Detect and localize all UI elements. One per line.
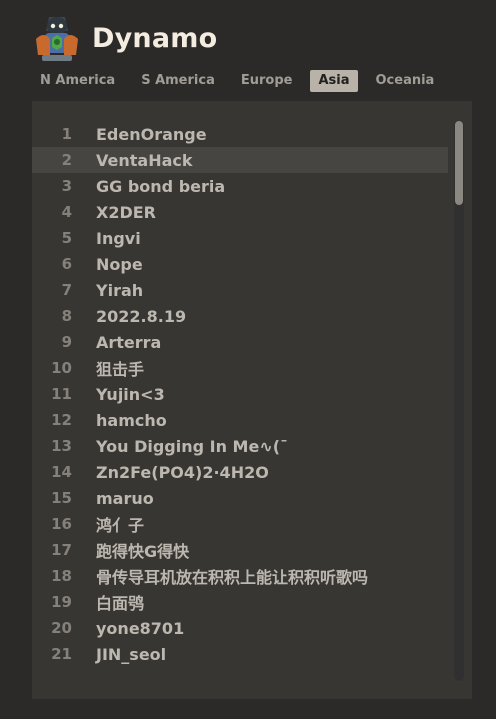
leaderboard-row[interactable]: 1 EdenOrange <box>32 121 448 147</box>
leaderboard-row[interactable]: 16 鸿亻子 <box>32 511 448 537</box>
rank-number: 16 <box>51 515 72 533</box>
scrollbar-thumb[interactable] <box>455 121 463 205</box>
tab-asia[interactable]: Asia <box>310 70 358 92</box>
player-name: 白面鸮 <box>96 594 145 613</box>
rank-number: 12 <box>51 411 72 429</box>
leaderboard-row[interactable]: 3 GG bond beria <box>32 173 448 199</box>
rank-number: 21 <box>51 645 72 663</box>
leaderboard-list: 1 EdenOrange 2 VentaHack 3 GG bond beria… <box>32 121 448 667</box>
player-name: Zn2Fe(PO4)2·4H2O <box>96 462 269 482</box>
leaderboard-row[interactable]: 17 跑得快G得快 <box>32 537 448 563</box>
player-name: 狙击手 <box>96 360 145 379</box>
leaderboard-row[interactable]: 15 maruo <box>32 485 448 511</box>
rank-number: 17 <box>51 541 72 559</box>
rank-number: 2 <box>61 151 72 169</box>
rank-number: 19 <box>51 593 72 611</box>
rank-number: 18 <box>51 567 72 585</box>
player-name: Arterra <box>96 332 162 352</box>
player-name: Yirah <box>96 280 144 300</box>
leaderboard-row[interactable]: 8 2022.8.19 <box>32 303 448 329</box>
player-name: JIN_seol <box>96 644 167 664</box>
tab-s-america[interactable]: S America <box>133 70 223 92</box>
player-name: VentaHack <box>96 150 193 170</box>
leaderboard-row[interactable]: 14 Zn2Fe(PO4)2·4H2O <box>32 459 448 485</box>
player-name: hamcho <box>96 410 167 430</box>
rank-number: 7 <box>61 281 72 299</box>
player-name: maruo <box>96 488 154 508</box>
hero-header: Dynamo <box>32 12 217 64</box>
rank-number: 6 <box>61 255 72 273</box>
rank-number: 4 <box>61 203 72 221</box>
player-name: 鸿亻子 <box>96 516 145 535</box>
scrollbar[interactable] <box>454 121 464 681</box>
region-tabs: N America S America Europe Asia Oceania <box>32 69 452 93</box>
tab-oceania[interactable]: Oceania <box>368 70 443 92</box>
player-name: 跑得快G得快 <box>96 542 190 561</box>
rank-number: 9 <box>61 333 72 351</box>
rank-number: 10 <box>51 359 72 377</box>
player-name: Nope <box>96 254 143 274</box>
player-name: GG bond beria <box>96 176 226 196</box>
leaderboard-row[interactable]: 11 Yujin<3 <box>32 381 448 407</box>
leaderboard-row[interactable]: 13 You Digging In Me∿(¯ <box>32 433 448 459</box>
rank-number: 15 <box>51 489 72 507</box>
rank-number: 5 <box>61 229 72 247</box>
rank-number: 3 <box>61 177 72 195</box>
player-name: Yujin<3 <box>96 384 165 404</box>
rank-number: 8 <box>61 307 72 325</box>
player-name: 骨传导耳机放在积积上能让积积听歌吗 <box>96 568 369 587</box>
player-name: You Digging In Me∿(¯ <box>96 436 289 456</box>
leaderboard-row[interactable]: 4 X2DER <box>32 199 448 225</box>
player-name: EdenOrange <box>96 124 207 144</box>
leaderboard-row[interactable]: 9 Arterra <box>32 329 448 355</box>
rank-number: 1 <box>61 125 72 143</box>
leaderboard-row[interactable]: 21 JIN_seol <box>32 641 448 667</box>
rank-number: 20 <box>51 619 72 637</box>
leaderboard-row[interactable]: 19 白面鸮 <box>32 589 448 615</box>
player-name: 2022.8.19 <box>96 306 187 326</box>
leaderboard-row[interactable]: 5 Ingvi <box>32 225 448 251</box>
leaderboard-row[interactable]: 20 yone8701 <box>32 615 448 641</box>
leaderboard-row-highlighted[interactable]: 2 VentaHack <box>32 147 448 173</box>
footer-text-clipped <box>80 711 420 717</box>
tab-n-america[interactable]: N America <box>32 70 123 92</box>
leaderboard-row[interactable]: 10 狙击手 <box>32 355 448 381</box>
leaderboard-row[interactable]: 12 hamcho <box>32 407 448 433</box>
hero-name: Dynamo <box>92 22 218 54</box>
leaderboard-row[interactable]: 6 Nope <box>32 251 448 277</box>
player-name: Ingvi <box>96 228 141 248</box>
player-name: yone8701 <box>96 618 185 638</box>
rank-number: 14 <box>51 463 72 481</box>
rank-number: 13 <box>51 437 72 455</box>
leaderboard-row[interactable]: 18 骨传导耳机放在积积上能让积积听歌吗 <box>32 563 448 589</box>
dynamo-hero-icon <box>32 13 82 63</box>
leaderboard-row[interactable]: 7 Yirah <box>32 277 448 303</box>
rank-number: 11 <box>51 385 72 403</box>
tab-europe[interactable]: Europe <box>233 70 301 92</box>
player-name: X2DER <box>96 202 156 222</box>
leaderboard-panel[interactable]: 1 EdenOrange 2 VentaHack 3 GG bond beria… <box>32 101 472 699</box>
